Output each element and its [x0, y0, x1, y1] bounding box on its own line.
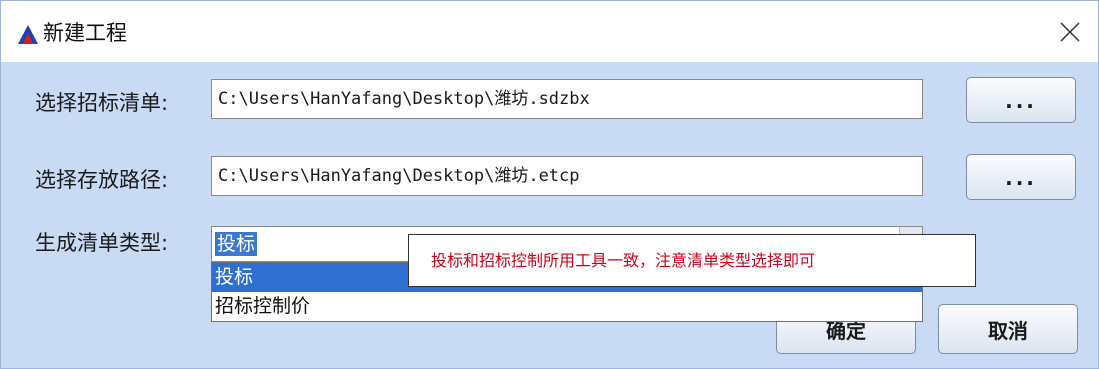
- new-project-dialog: 新建工程 选择招标清单: C:\Users\HanYafang\Desktop\…: [0, 0, 1099, 369]
- bid-list-path-field[interactable]: C:\Users\HanYafang\Desktop\潍坊.sdzbx: [211, 79, 923, 119]
- close-button[interactable]: [1050, 11, 1090, 53]
- list-type-label: 生成清单类型:: [35, 231, 169, 255]
- title-bar: 新建工程: [1, 1, 1098, 62]
- cancel-button[interactable]: 取消: [938, 304, 1078, 354]
- dialog-title: 新建工程: [43, 21, 127, 45]
- browse-bid-list-button[interactable]: ...: [966, 77, 1076, 123]
- browse-save-path-button[interactable]: ...: [966, 154, 1076, 200]
- annotation-callout: 投标和招标控制所用工具一致，注意清单类型选择即可: [408, 234, 976, 287]
- ok-button-label: 确定: [826, 319, 866, 343]
- save-path-label: 选择存放路径:: [35, 168, 169, 192]
- bid-list-label: 选择招标清单:: [35, 91, 169, 115]
- save-path-field[interactable]: C:\Users\HanYafang\Desktop\潍坊.etcp: [211, 156, 923, 196]
- triangle-logo-icon: [17, 24, 39, 46]
- list-type-option-control-price[interactable]: 招标控制价: [212, 292, 922, 321]
- close-icon: [1060, 22, 1080, 42]
- list-type-selected-value: 投标: [215, 232, 258, 256]
- cancel-button-label: 取消: [988, 319, 1028, 343]
